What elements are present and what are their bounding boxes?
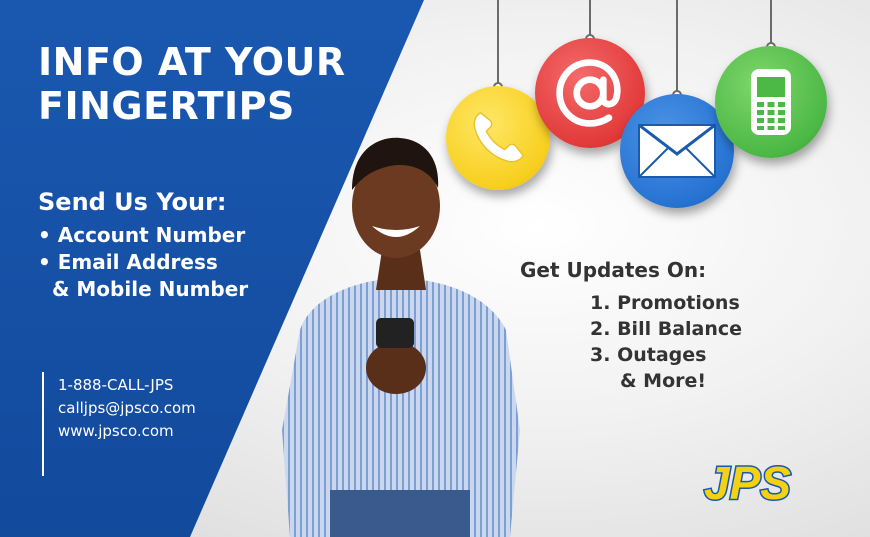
contact-divider (42, 372, 44, 476)
send-item-mobile-number: & Mobile Number (52, 277, 249, 301)
mobile-bubble (715, 46, 827, 158)
contact-website[interactable]: www.jpsco.com (58, 420, 196, 443)
at-sign-icon (556, 59, 621, 127)
contact-phone[interactable]: 1-888-CALL-JPS (58, 374, 196, 397)
update-item-more: & More! (620, 370, 707, 392)
updates-title: Get Updates On: (520, 258, 707, 282)
headline-line-1: INFO AT YOUR (38, 40, 346, 84)
string-phone (497, 0, 499, 88)
jps-logo: JPS (703, 456, 793, 508)
string-mail (676, 0, 678, 96)
contact-info: 1-888-CALL-JPS calljps@jpsco.com www.jps… (58, 374, 196, 443)
advertisement-banner: INFO AT YOUR FINGERTIPS Send Us Your: • … (0, 0, 870, 537)
update-item-bill-balance: 2. Bill Balance (590, 318, 743, 340)
mobile-phone-icon (751, 69, 791, 135)
jps-logo-text: JPS (704, 457, 791, 507)
send-item-account-number: • Account Number (38, 223, 246, 247)
contact-email[interactable]: calljps@jpsco.com (58, 397, 196, 420)
string-mobile (770, 0, 772, 48)
envelope-icon (638, 123, 716, 178)
send-item-email-address: • Email Address (38, 250, 218, 274)
send-us-list: • Account Number • Email Address & Mobil… (38, 222, 248, 303)
update-item-outages: 3. Outages (590, 344, 707, 366)
update-item-promotions: 1. Promotions (590, 292, 740, 314)
headline-line-2: FINGERTIPS (38, 84, 295, 128)
send-us-title: Send Us Your: (38, 188, 227, 216)
updates-list: 1. Promotions 2. Bill Balance 3. Outages… (590, 290, 742, 394)
smiling-woman-with-phone-image (282, 137, 520, 537)
headline: INFO AT YOUR FINGERTIPS (38, 40, 346, 128)
